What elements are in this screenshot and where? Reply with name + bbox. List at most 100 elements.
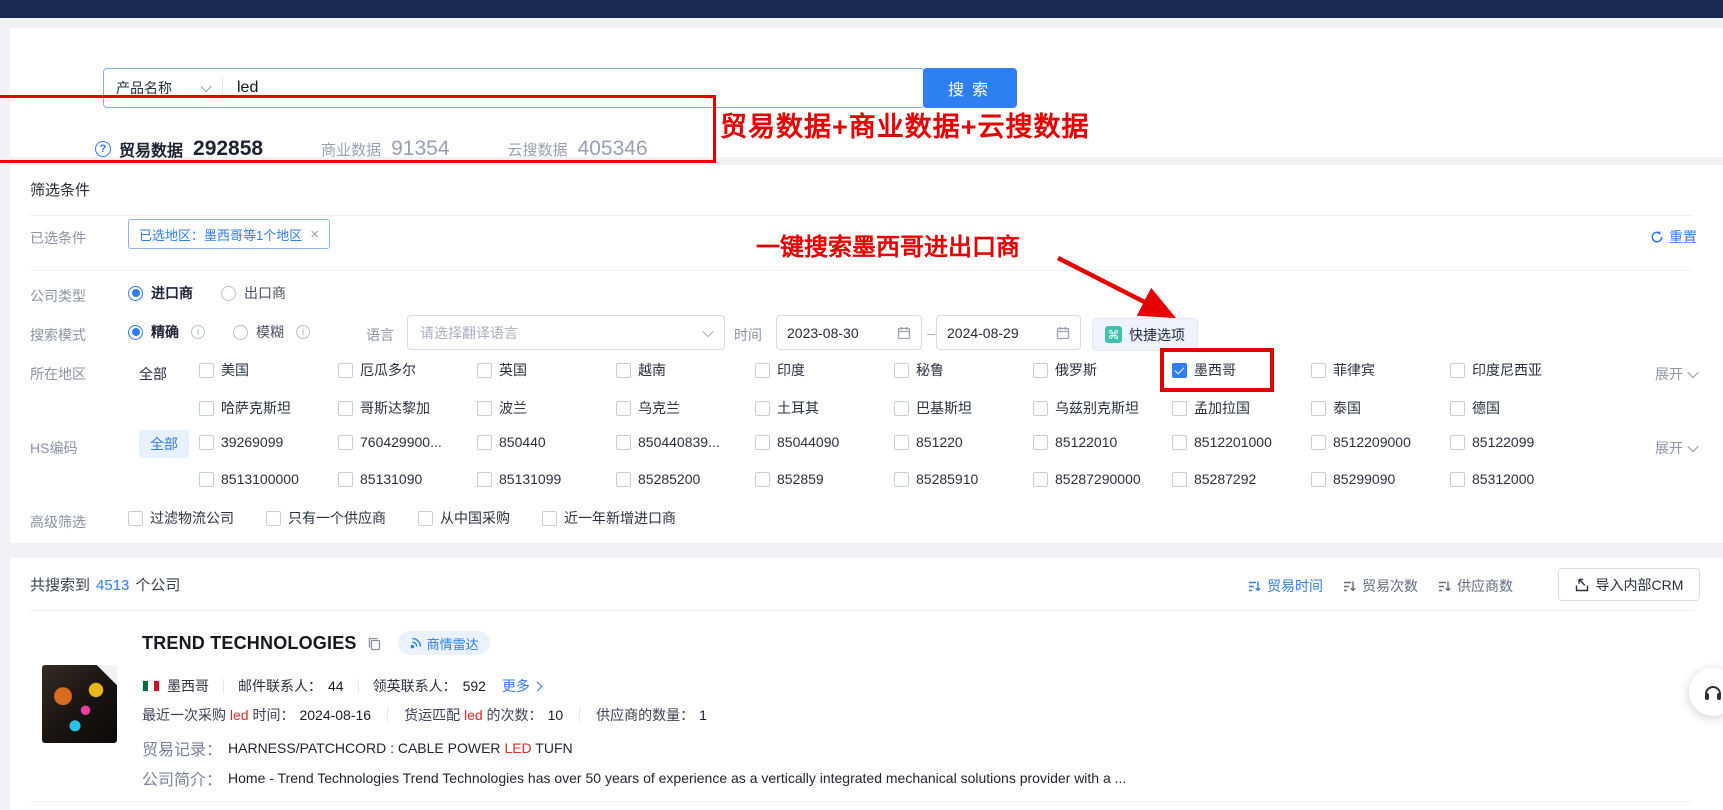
advanced-checkbox-item[interactable]: 只有一个供应商 — [266, 508, 386, 528]
quick-options-button[interactable]: 快捷选项 — [1092, 318, 1198, 351]
hscode-checkbox-item[interactable]: 85287292 — [1172, 471, 1311, 487]
hscode-checkbox-item[interactable]: 85122010 — [1033, 434, 1172, 450]
region-checkbox-item[interactable]: 德国 — [1450, 398, 1589, 418]
more-link[interactable]: 更多 — [502, 676, 541, 696]
region-checkbox-item[interactable]: 印度 — [755, 360, 894, 380]
date-to-input[interactable]: 2024-08-29 — [936, 315, 1081, 350]
checkbox[interactable] — [894, 401, 909, 416]
checkbox[interactable] — [1172, 435, 1187, 450]
checkbox[interactable] — [1033, 363, 1048, 378]
region-checkbox-item[interactable]: 波兰 — [477, 398, 616, 418]
region-checkbox-item[interactable]: 墨西哥 — [1172, 360, 1311, 380]
sort-option[interactable]: 贸易次数 — [1343, 576, 1418, 596]
checkbox[interactable] — [1450, 472, 1465, 487]
checkbox[interactable] — [199, 472, 214, 487]
radio-option[interactable]: 精确 — [128, 322, 205, 342]
hscode-checkbox-item[interactable]: 39269099 — [199, 434, 338, 450]
radio-control[interactable] — [128, 325, 143, 340]
hscode-checkbox-item[interactable]: 8513100000 — [199, 471, 338, 487]
checkbox[interactable] — [338, 435, 353, 450]
region-checkbox-item[interactable]: 秘鲁 — [894, 360, 1033, 380]
hscode-checkbox-item[interactable]: 850440839... — [616, 434, 755, 450]
checkbox[interactable] — [616, 401, 631, 416]
region-all-link[interactable]: 全部 — [139, 364, 167, 384]
checkbox[interactable] — [894, 472, 909, 487]
company-thumbnail[interactable] — [42, 665, 117, 743]
hscode-checkbox-item[interactable]: 85287290000 — [1033, 471, 1172, 487]
radio-control[interactable] — [128, 286, 143, 301]
selected-region-tag[interactable]: 已选地区：墨西哥等1个地区 — [128, 219, 330, 249]
region-checkbox-item[interactable]: 土耳其 — [755, 398, 894, 418]
reset-button[interactable]: 重置 — [1650, 227, 1697, 247]
checkbox[interactable] — [128, 511, 143, 526]
hscode-expand-toggle[interactable]: 展开 — [1655, 438, 1697, 458]
radio-control[interactable] — [233, 325, 248, 340]
copy-icon[interactable] — [367, 636, 382, 651]
checkbox[interactable] — [266, 511, 281, 526]
region-checkbox-item[interactable]: 泰国 — [1311, 398, 1450, 418]
region-checkbox-item[interactable]: 厄瓜多尔 — [338, 360, 477, 380]
hscode-checkbox-item[interactable]: 852859 — [755, 471, 894, 487]
checkbox[interactable] — [418, 511, 433, 526]
info-icon[interactable] — [191, 325, 205, 339]
region-expand-toggle[interactable]: 展开 — [1655, 364, 1697, 384]
hscode-checkbox-item[interactable]: 851220 — [894, 434, 1033, 450]
region-checkbox-item[interactable]: 孟加拉国 — [1172, 398, 1311, 418]
import-crm-button[interactable]: 导入内部CRM — [1558, 568, 1700, 601]
checkbox[interactable] — [477, 401, 492, 416]
region-checkbox-item[interactable]: 美国 — [199, 360, 338, 380]
checkbox[interactable] — [1172, 401, 1187, 416]
region-checkbox-item[interactable]: 越南 — [616, 360, 755, 380]
close-icon[interactable] — [310, 227, 319, 242]
hscode-checkbox-item[interactable]: 85299090 — [1311, 471, 1450, 487]
checkbox[interactable] — [755, 401, 770, 416]
hscode-checkbox-item[interactable]: 85285910 — [894, 471, 1033, 487]
checkbox[interactable] — [477, 435, 492, 450]
radio-option[interactable]: 进口商 — [128, 283, 193, 303]
checkbox[interactable] — [1033, 472, 1048, 487]
checkbox[interactable] — [1172, 363, 1187, 378]
info-icon[interactable] — [296, 325, 310, 339]
region-checkbox-item[interactable]: 哥斯达黎加 — [338, 398, 477, 418]
checkbox[interactable] — [477, 472, 492, 487]
checkbox[interactable] — [1311, 363, 1326, 378]
checkbox[interactable] — [1450, 435, 1465, 450]
checkbox[interactable] — [338, 363, 353, 378]
hscode-checkbox-item[interactable]: 8512209000 — [1311, 434, 1450, 450]
region-checkbox-item[interactable]: 英国 — [477, 360, 616, 380]
hscode-checkbox-item[interactable]: 85285200 — [616, 471, 755, 487]
region-checkbox-item[interactable]: 俄罗斯 — [1033, 360, 1172, 380]
checkbox[interactable] — [1033, 435, 1048, 450]
region-checkbox-item[interactable]: 乌克兰 — [616, 398, 755, 418]
region-checkbox-item[interactable]: 哈萨克斯坦 — [199, 398, 338, 418]
radio-control[interactable] — [221, 286, 236, 301]
region-checkbox-item[interactable]: 巴基斯坦 — [894, 398, 1033, 418]
business-radar-badge[interactable]: 商情雷达 — [398, 631, 490, 655]
checkbox[interactable] — [616, 472, 631, 487]
checkbox[interactable] — [1311, 435, 1326, 450]
checkbox[interactable] — [616, 363, 631, 378]
checkbox[interactable] — [477, 363, 492, 378]
advanced-checkbox-item[interactable]: 从中国采购 — [418, 508, 510, 528]
hscode-checkbox-item[interactable]: 85044090 — [755, 434, 894, 450]
sort-option[interactable]: 供应商数 — [1438, 576, 1513, 596]
region-checkbox-item[interactable]: 菲律宾 — [1311, 360, 1450, 380]
checkbox[interactable] — [894, 435, 909, 450]
advanced-checkbox-item[interactable]: 过滤物流公司 — [128, 508, 234, 528]
checkbox[interactable] — [1311, 401, 1326, 416]
checkbox[interactable] — [616, 435, 631, 450]
radio-option[interactable]: 出口商 — [221, 283, 286, 303]
hscode-all-chip[interactable]: 全部 — [139, 430, 189, 458]
hscode-checkbox-item[interactable]: 760429900... — [338, 434, 477, 450]
checkbox[interactable] — [542, 511, 557, 526]
date-from-input[interactable]: 2023-08-30 — [776, 315, 922, 350]
checkbox[interactable] — [755, 472, 770, 487]
checkbox[interactable] — [199, 401, 214, 416]
hscode-checkbox-item[interactable]: 85131090 — [338, 471, 477, 487]
checkbox[interactable] — [1311, 472, 1326, 487]
hscode-checkbox-item[interactable]: 85131099 — [477, 471, 616, 487]
search-button[interactable]: 搜索 — [923, 68, 1017, 108]
hscode-checkbox-item[interactable]: 85312000 — [1450, 471, 1589, 487]
checkbox[interactable] — [1450, 363, 1465, 378]
checkbox[interactable] — [338, 472, 353, 487]
